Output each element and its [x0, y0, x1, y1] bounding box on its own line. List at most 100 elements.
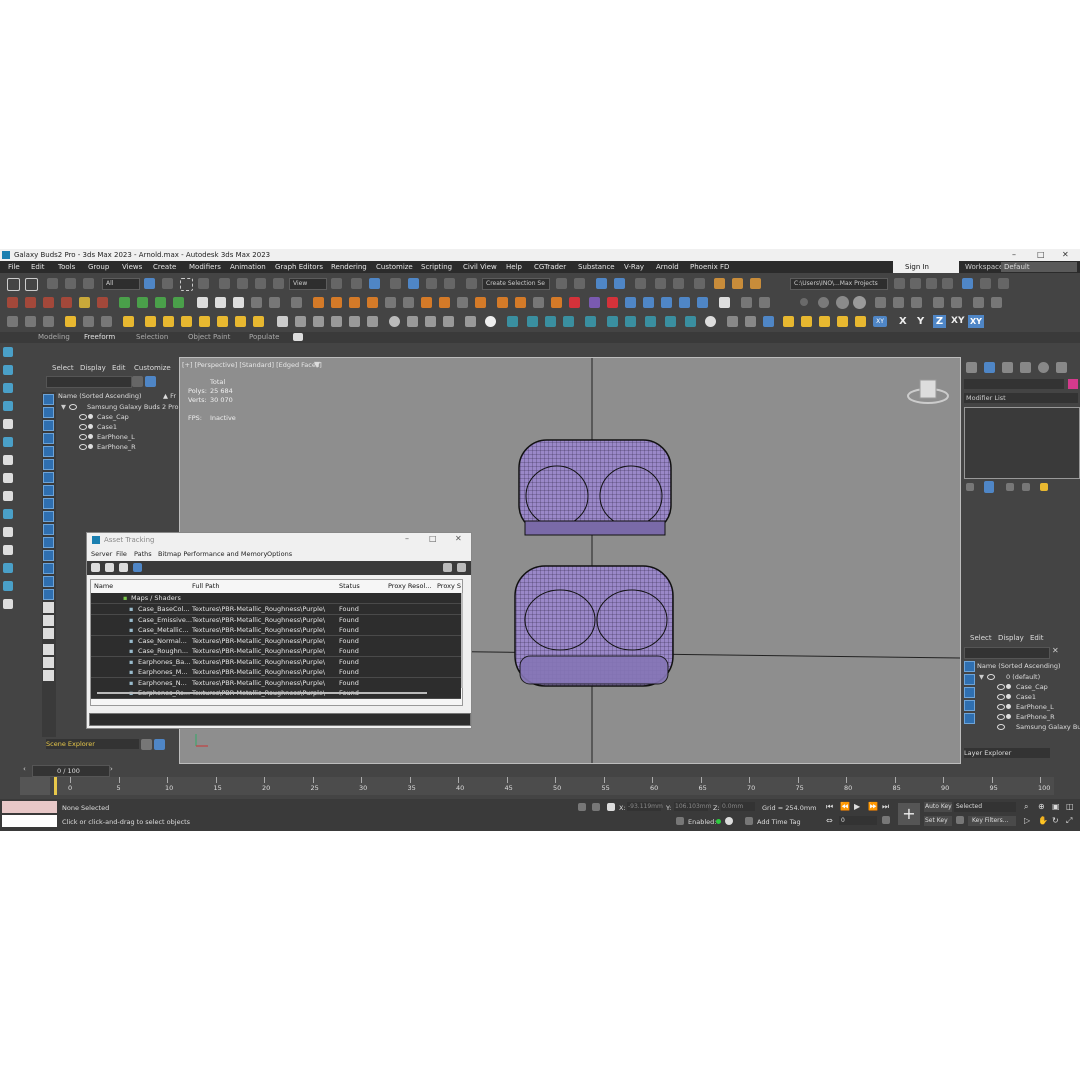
vray-fur-icon[interactable]: [97, 297, 108, 308]
asset-pin-icon[interactable]: [457, 563, 466, 572]
safe-frame-icon[interactable]: [43, 316, 54, 327]
create-panel-icon[interactable]: [966, 362, 977, 373]
dynamics-icon[interactable]: [933, 297, 944, 308]
table-row[interactable]: ▪ Earphones_Ba... Textures\PBR-Metallic_Ro…: [91, 656, 461, 668]
modify-tab-icon[interactable]: [3, 365, 13, 375]
layer-item-case1[interactable]: Case1: [1016, 693, 1036, 701]
reference-coordinate-dropdown[interactable]: View: [289, 278, 327, 290]
menu-views[interactable]: Views: [122, 263, 142, 271]
compound-tab-icon[interactable]: [3, 581, 13, 591]
zoom-all-icon[interactable]: ⊕: [1038, 802, 1045, 811]
col-proxy-resolution[interactable]: Proxy Resol...: [388, 582, 431, 590]
cloth-icon[interactable]: [951, 297, 962, 308]
key-mode-icon[interactable]: ⇔: [826, 816, 833, 825]
play-animation-icon[interactable]: ▶: [854, 802, 860, 811]
help-circle-icon[interactable]: [705, 316, 716, 327]
col-full-path[interactable]: Full Path: [192, 582, 219, 590]
dialog-minimize-button[interactable]: –: [405, 534, 409, 543]
prev-frame-icon[interactable]: ⏪: [840, 802, 850, 811]
go-to-start-icon[interactable]: ⏮: [826, 802, 833, 812]
arnold-ipr-icon[interactable]: [331, 297, 342, 308]
arnold-skydome-icon[interactable]: [367, 297, 378, 308]
bone-icon[interactable]: [911, 297, 922, 308]
axis-z-button[interactable]: Z: [933, 315, 946, 328]
eye-icon[interactable]: [997, 714, 1005, 720]
earbuds-case-lid-mesh[interactable]: [518, 439, 672, 536]
configure-modifier-icon[interactable]: [1040, 483, 1048, 491]
maxscript-input[interactable]: [2, 815, 57, 827]
table-row[interactable]: ▪ Case_Metallic... Textures\PBR-Metallic_R…: [91, 625, 461, 636]
stop-icon[interactable]: [233, 297, 244, 308]
table-row[interactable]: ▪ Earphones_N... Textures\PBR-Metallic_Rou…: [91, 677, 461, 689]
phoenix-mesh-icon[interactable]: [679, 297, 690, 308]
helper-icon[interactable]: [973, 297, 984, 308]
trackbar-key-icon[interactable]: [20, 777, 50, 795]
phoenix-cloud-icon[interactable]: [697, 297, 708, 308]
eye-icon[interactable]: [79, 444, 87, 450]
auto-key-button[interactable]: Auto Key: [924, 802, 952, 812]
spinner-snap-icon[interactable]: [444, 278, 455, 289]
set-key-big-icon[interactable]: +: [898, 803, 920, 825]
arnold-proxy-icon[interactable]: [457, 297, 468, 308]
set-key-button[interactable]: Set Key: [924, 816, 952, 826]
save-icon[interactable]: [926, 278, 937, 289]
vray-render-icon[interactable]: [980, 278, 991, 289]
bitmap-icon[interactable]: [465, 316, 476, 327]
menu-modifiers[interactable]: Modifiers: [189, 263, 221, 271]
eye-icon[interactable]: [997, 724, 1005, 730]
utilities-panel-icon[interactable]: [1056, 362, 1067, 373]
scene-explorer-dropdown[interactable]: Scene Explorer: [46, 739, 139, 749]
menu-vray[interactable]: V-Ray: [624, 263, 644, 271]
pause-icon[interactable]: [215, 297, 226, 308]
edit-named-selection-icon[interactable]: [466, 278, 477, 289]
select-manipulate-icon[interactable]: [351, 278, 362, 289]
scene-column-name[interactable]: Name (Sorted Ascending): [58, 392, 142, 400]
mirror-icon[interactable]: [556, 278, 567, 289]
scene-tab-display[interactable]: Display: [80, 364, 106, 372]
menu-scripting[interactable]: Scripting: [421, 263, 452, 271]
go-to-end-icon[interactable]: ⏭: [882, 802, 889, 812]
area-light-icon[interactable]: [145, 316, 156, 327]
curve-editor-icon[interactable]: [655, 278, 666, 289]
phoenix-force-icon[interactable]: [607, 297, 618, 308]
tab-freeform[interactable]: Freeform: [84, 333, 115, 341]
arnold-render-icon[interactable]: [313, 297, 324, 308]
scene-expand-arrow[interactable]: ▼: [61, 403, 66, 411]
viewport-icon[interactable]: [507, 316, 518, 327]
adaptive-degradation-icon[interactable]: [676, 817, 684, 825]
filter-helpers-icon[interactable]: [43, 446, 54, 457]
earbuds-case-base-mesh[interactable]: [514, 565, 674, 687]
sphere-small-icon[interactable]: [800, 298, 808, 306]
arnold-volume-icon[interactable]: [439, 297, 450, 308]
table-scrollbar[interactable]: [461, 593, 463, 688]
menu-phoenix-fd[interactable]: Phoenix FD: [690, 263, 729, 271]
axis-y-button[interactable]: Y: [917, 316, 924, 327]
select-by-name-icon[interactable]: [162, 278, 173, 289]
pan-icon[interactable]: ✋: [1038, 816, 1048, 825]
sphere-xlarge-icon[interactable]: [853, 296, 866, 309]
layer-explorer-dropdown[interactable]: Layer Explorer: [964, 748, 1050, 758]
menu-animation[interactable]: Animation: [230, 263, 266, 271]
image-icon[interactable]: [685, 316, 696, 327]
help-icon[interactable]: [719, 297, 730, 308]
filter-none-icon[interactable]: [43, 563, 54, 574]
vray-light-icon[interactable]: [7, 297, 18, 308]
scene-layers-icon[interactable]: [141, 739, 152, 750]
filter-geometry-icon[interactable]: [43, 394, 54, 405]
asset-list-icon[interactable]: [105, 563, 114, 572]
layer-tab-select[interactable]: Select: [970, 634, 992, 642]
scatter-icon[interactable]: [367, 316, 378, 327]
table-group-row[interactable]: ▪ Maps / Shaders: [91, 593, 461, 604]
layer-explorer-toggle-icon[interactable]: [614, 278, 625, 289]
motion-panel-icon[interactable]: [1020, 362, 1031, 373]
filter-doc-icon[interactable]: [43, 628, 54, 639]
coord-y-field[interactable]: 106.103mm: [674, 802, 712, 811]
isolate-selection-icon[interactable]: [578, 803, 586, 811]
eye-icon[interactable]: [79, 434, 87, 440]
modify-panel-icon[interactable]: [984, 362, 995, 373]
tab-populate[interactable]: Populate: [249, 333, 279, 341]
select-object-icon[interactable]: [144, 278, 155, 289]
menu-graph-editors[interactable]: Graph Editors: [275, 263, 323, 271]
workspaces-dropdown[interactable]: Default: [1001, 262, 1077, 272]
vray-frame-buffer-icon[interactable]: [962, 278, 973, 289]
